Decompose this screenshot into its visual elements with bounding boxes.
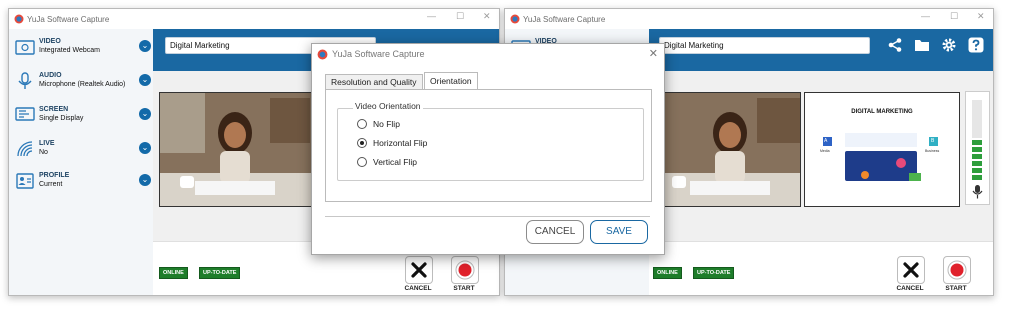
start-label: START <box>453 285 475 292</box>
record-icon <box>455 260 475 280</box>
tab-orientation[interactable]: Orientation <box>424 72 478 90</box>
title-bar: YuJa Software Capture <box>505 9 993 29</box>
chevron-down-icon[interactable]: ⌄ <box>139 40 151 52</box>
sidebar-item-subtitle: Current <box>39 181 63 188</box>
minimize-button[interactable]: — <box>427 11 436 21</box>
up-to-date-badge: UP-TO-DATE <box>693 267 735 279</box>
radio-button-selected[interactable] <box>357 138 367 148</box>
radio-label: No Flip <box>373 119 400 129</box>
chevron-down-icon[interactable]: ⌄ <box>139 142 151 154</box>
minimize-button[interactable]: — <box>921 11 930 21</box>
up-to-date-badge: UP-TO-DATE <box>199 267 241 279</box>
close-icon <box>903 262 919 278</box>
start-button[interactable] <box>943 256 971 284</box>
webcam-preview <box>159 92 312 207</box>
screen-preview: DIGITAL MARKETING A B Media Business <box>804 92 960 207</box>
radio-button[interactable] <box>357 157 367 167</box>
profile-icon <box>16 173 34 189</box>
webcam-frame-image <box>662 93 800 206</box>
toolbar: Digital Marketing <box>649 29 993 71</box>
sidebar-item-title: VIDEO <box>39 38 61 45</box>
chevron-down-icon[interactable]: ⌄ <box>139 74 151 86</box>
sidebar-item-title: LIVE <box>39 140 55 147</box>
webcam-icon <box>15 40 35 55</box>
dialog-title: YuJa Software Capture <box>332 49 425 59</box>
video-orientation-label: Video Orientation <box>353 101 423 111</box>
radio-label: Vertical Flip <box>373 157 417 167</box>
yuja-logo-icon <box>510 14 520 24</box>
start-label: START <box>945 285 967 292</box>
radio-no-flip[interactable]: No Flip <box>357 119 400 129</box>
orientation-panel: Video Orientation No Flip Horizontal Fli… <box>325 89 652 202</box>
chevron-down-icon[interactable]: ⌄ <box>139 174 151 186</box>
chevron-down-icon[interactable]: ⌄ <box>139 108 151 120</box>
sidebar-item-subtitle: Single Display <box>39 115 84 122</box>
record-icon <box>947 260 967 280</box>
sidebar-item-title: PROFILE <box>39 172 70 179</box>
webcam-preview <box>661 92 801 207</box>
help-icon[interactable] <box>968 37 984 53</box>
preview-area: DIGITAL MARKETING A B Media Business <box>649 71 993 241</box>
close-icon <box>411 262 427 278</box>
slide-box-b: B <box>931 138 935 144</box>
slide-caption-business: Business <box>925 149 940 153</box>
tab-resolution-and-quality[interactable]: Resolution and Quality <box>325 74 423 90</box>
sidebar-item-subtitle: Integrated Webcam <box>39 47 100 54</box>
sidebar-item-video[interactable]: VIDEO Integrated Webcam ⌄ <box>9 33 153 65</box>
window-title: YuJa Software Capture <box>523 14 606 24</box>
cancel-label: CANCEL <box>404 285 432 292</box>
slide-box-a: A <box>824 138 828 144</box>
source-sidebar: VIDEO Integrated Webcam ⌄ AUDIO Micropho… <box>9 29 153 295</box>
folder-icon[interactable] <box>914 37 930 53</box>
radio-label: Horizontal Flip <box>373 138 428 148</box>
dialog-divider <box>325 216 650 217</box>
title-bar: YuJa Software Capture <box>9 9 499 29</box>
cancel-label: CANCEL <box>896 285 924 292</box>
radio-horizontal-flip[interactable]: Horizontal Flip <box>357 138 427 148</box>
orientation-dialog: YuJa Software Capture ✕ Resolution and Q… <box>311 43 665 255</box>
live-icon <box>17 141 33 157</box>
sidebar-item-subtitle: No <box>39 149 48 156</box>
sidebar-item-subtitle: Microphone (Realtek Audio) <box>39 81 126 88</box>
radio-button[interactable] <box>357 119 367 129</box>
dialog-close-button[interactable]: ✕ <box>649 47 658 60</box>
microphone-icon <box>972 185 983 199</box>
footer-bar: ONLINE UP-TO-DATE CANCEL START <box>649 241 993 295</box>
sidebar-item-title: AUDIO <box>39 72 62 79</box>
online-status-badge: ONLINE <box>653 267 682 279</box>
cancel-button[interactable] <box>897 256 925 284</box>
online-status-badge: ONLINE <box>159 267 188 279</box>
screen-icon <box>15 107 35 121</box>
recording-name-input[interactable]: Digital Marketing <box>659 37 870 54</box>
webcam-frame-image <box>160 93 311 206</box>
close-button[interactable]: ✕ <box>483 11 491 22</box>
maximize-button[interactable]: ☐ <box>456 11 464 22</box>
yuja-logo-icon <box>14 14 24 24</box>
maximize-button[interactable]: ☐ <box>950 11 958 22</box>
cancel-button[interactable] <box>405 256 433 284</box>
radio-vertical-flip[interactable]: Vertical Flip <box>357 157 417 167</box>
sidebar-item-live[interactable]: LIVE No ⌄ <box>9 135 153 167</box>
microphone-icon <box>18 72 32 89</box>
audio-level-meter <box>965 91 990 205</box>
sidebar-item-profile[interactable]: PROFILE Current ⌄ <box>9 167 153 199</box>
slide-caption-media: Media <box>820 149 830 153</box>
window-title: YuJa Software Capture <box>27 14 110 24</box>
sidebar-item-title: SCREEN <box>39 106 69 113</box>
dialog-cancel-button[interactable]: CANCEL <box>526 220 584 244</box>
start-button[interactable] <box>451 256 479 284</box>
sidebar-item-screen[interactable]: SCREEN Single Display ⌄ <box>9 101 153 133</box>
close-button[interactable]: ✕ <box>977 11 985 22</box>
share-icon[interactable] <box>887 37 903 53</box>
dialog-save-button[interactable]: SAVE <box>590 220 648 244</box>
yuja-logo-icon <box>317 49 328 60</box>
gear-icon[interactable] <box>941 37 957 53</box>
sidebar-item-audio[interactable]: AUDIO Microphone (Realtek Audio) ⌄ <box>9 67 153 99</box>
